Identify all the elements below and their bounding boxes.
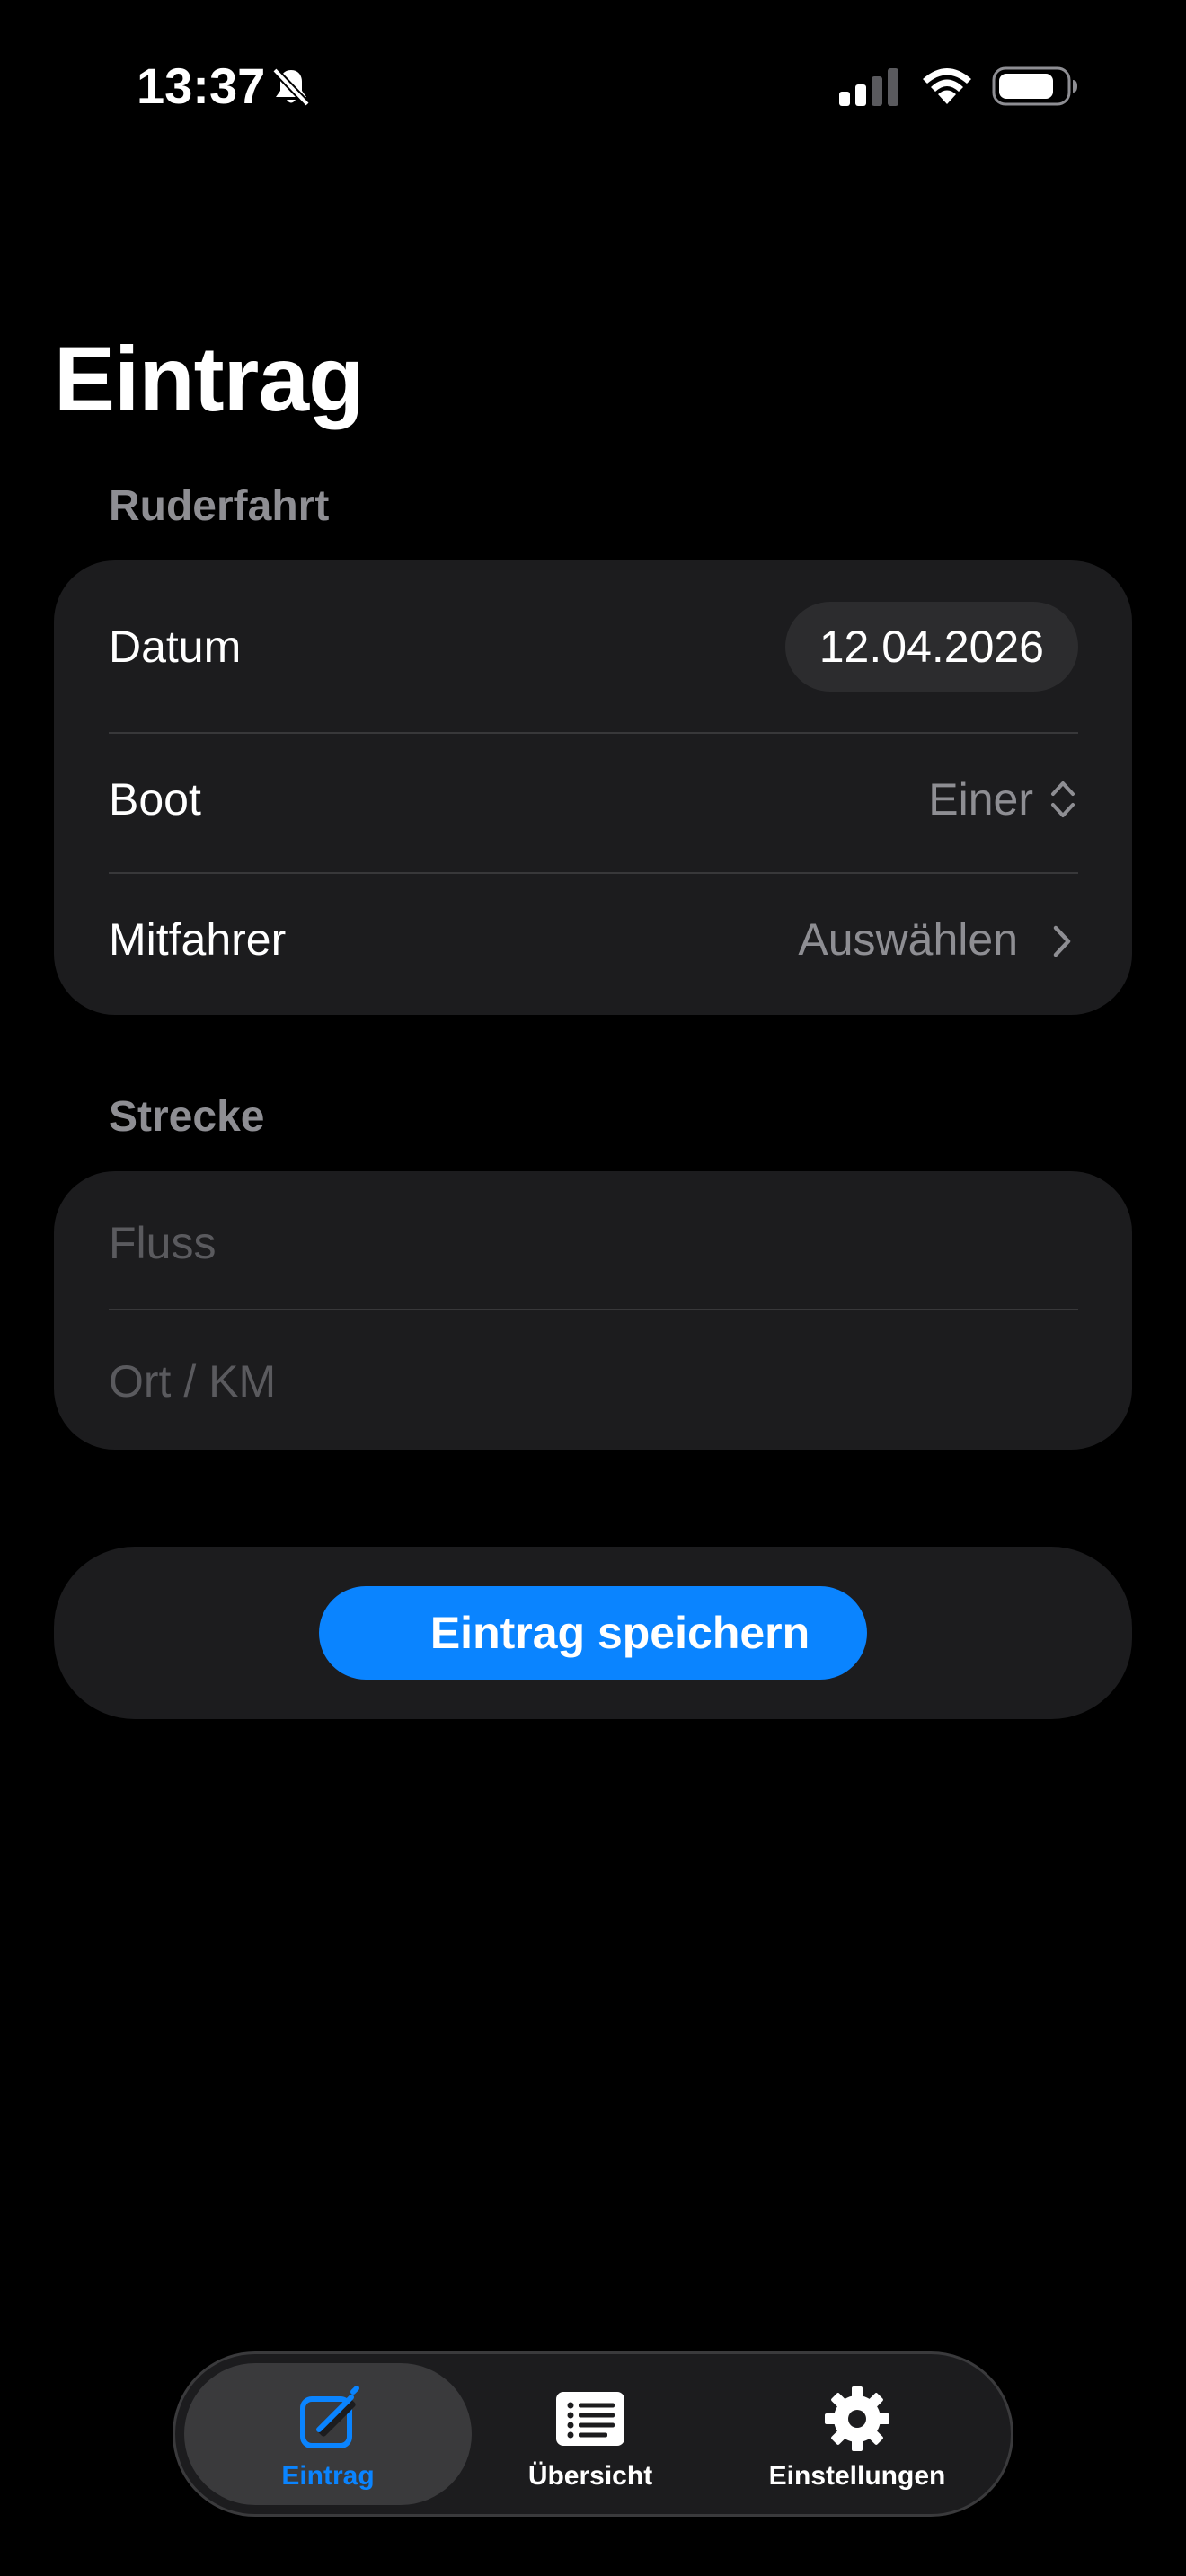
section-header-ruderfahrt: Ruderfahrt [109,482,330,530]
save-card: Eintrag speichern [54,1547,1132,1719]
tab-einstellungen[interactable]: Einstellungen [709,2354,1005,2514]
section-header-strecke: Strecke [109,1093,265,1141]
battery-icon [992,66,1077,106]
boot-label: Boot [109,774,201,825]
chevron-right-icon [1053,925,1071,957]
save-entry-button[interactable]: Eintrag speichern [319,1586,867,1680]
mitfahrer-value[interactable]: Auswählen [798,913,1018,966]
date-picker-button[interactable]: 12.04.2026 [784,602,1078,692]
wifi-icon [923,68,971,104]
mitfahrer-row[interactable]: Mitfahrer Auswählen [54,873,1132,1015]
status-time: 13:37 [137,57,266,114]
tab-eintrag[interactable]: Eintrag [184,2354,472,2514]
compose-icon [300,2386,359,2448]
ort-km-input[interactable]: Ort / KM [109,1354,276,1408]
strecke-card: Fluss Ort / KM [54,1171,1132,1450]
tab-uebersicht[interactable]: Übersicht [472,2354,709,2514]
chevron-up-down-icon [1051,781,1075,817]
boot-value[interactable]: Einer [928,772,1033,826]
ruderfahrt-card: Datum 12.04.2026 Boot Einer Mitfahrer Au… [54,560,1132,1015]
status-bar: 13:37 [0,0,1186,171]
datum-label: Datum [109,622,242,672]
fluss-input[interactable]: Fluss [109,1216,216,1270]
list-icon [556,2392,624,2446]
tab-label: Übersicht [527,2461,653,2491]
gear-icon [825,2386,890,2451]
tab-label: Einstellungen [768,2461,946,2491]
ort-row[interactable]: Ort / KM [54,1310,1132,1450]
fluss-row[interactable]: Fluss [54,1171,1132,1310]
boot-row[interactable]: Boot Einer [54,733,1132,873]
page-title: Eintrag [54,328,364,430]
cellular-signal-icon [839,68,898,106]
mitfahrer-label: Mitfahrer [109,914,287,965]
datum-row: Datum 12.04.2026 [54,560,1132,733]
tab-label: Eintrag [281,2461,375,2491]
tab-bar: Eintrag Übersicht Einstellungen [173,2351,1013,2517]
silent-mode-icon [272,67,310,107]
